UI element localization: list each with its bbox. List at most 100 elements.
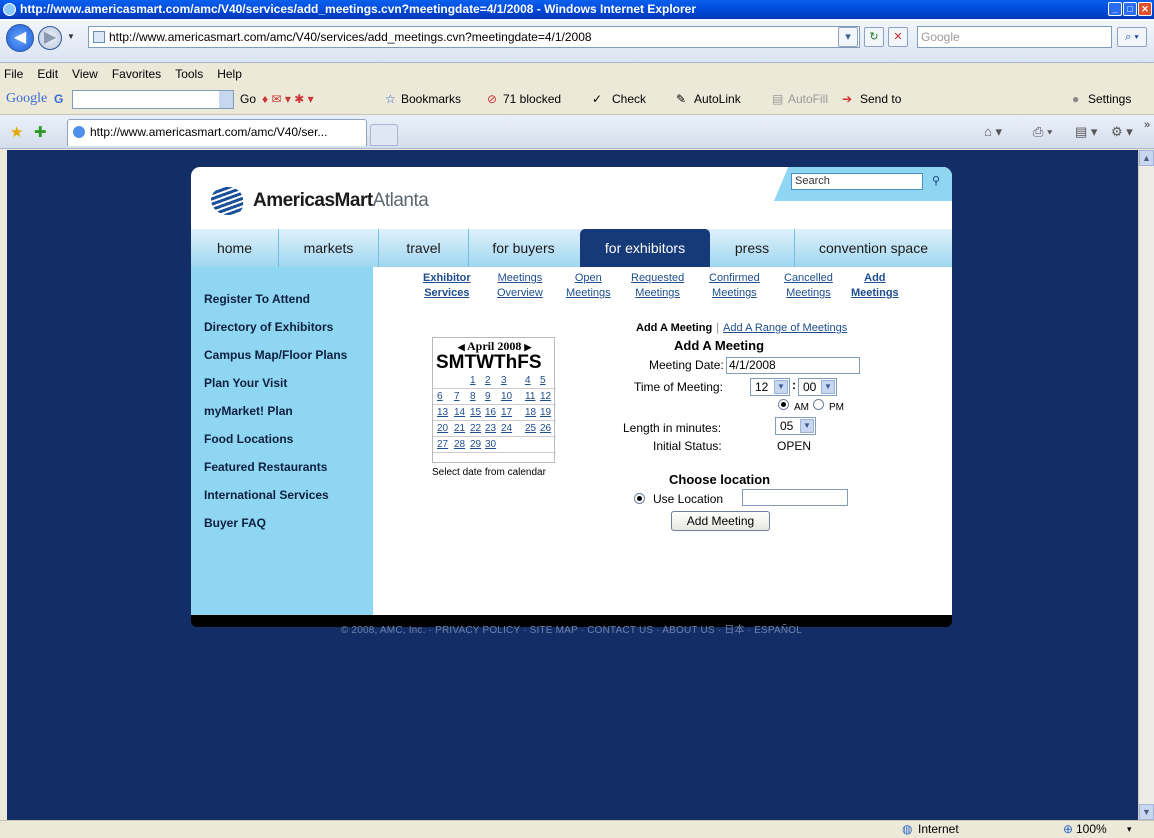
- new-tab-button[interactable]: [370, 124, 398, 146]
- address-bar[interactable]: http://www.americasmart.com/amc/V40/serv…: [88, 26, 860, 48]
- nav-travel[interactable]: travel: [378, 229, 468, 267]
- calendar-day[interactable]: 16: [485, 407, 499, 421]
- maximize-icon[interactable]: □: [1123, 2, 1137, 16]
- history-dropdown-icon[interactable]: ▼: [67, 32, 75, 41]
- menu-favorites[interactable]: Favorites: [112, 67, 161, 81]
- sidebar-item-mymarket[interactable]: myMarket! Plan: [204, 404, 293, 418]
- google-search-input[interactable]: [72, 90, 234, 109]
- use-location-radio[interactable]: [634, 493, 645, 504]
- pm-radio[interactable]: [813, 399, 824, 410]
- sidebar-item-food[interactable]: Food Locations: [204, 432, 293, 446]
- calendar-day[interactable]: 1: [470, 375, 484, 389]
- calendar-day[interactable]: 13: [437, 407, 451, 421]
- sidebar-item-campus-map[interactable]: Campus Map/Floor Plans: [204, 348, 347, 362]
- hour-select[interactable]: 12 ▼: [750, 378, 790, 396]
- zoom-level[interactable]: 100%: [1076, 821, 1107, 838]
- calendar-day[interactable]: 27: [437, 439, 451, 453]
- calendar-day[interactable]: 11: [525, 391, 539, 405]
- sidebar-item-register[interactable]: Register To Attend: [204, 292, 310, 306]
- site-footer-links[interactable]: © 2008, AMC, Inc. · PRIVACY POLICY · SIT…: [191, 621, 952, 636]
- stop-icon[interactable]: ✕: [888, 27, 908, 47]
- refresh-icon[interactable]: ↻: [864, 27, 884, 47]
- search-button[interactable]: ⌕ ▾: [1117, 27, 1147, 47]
- zoom-dropdown-icon[interactable]: ▾: [1127, 821, 1132, 838]
- sendto-button[interactable]: Send to: [860, 91, 901, 107]
- calendar-day[interactable]: 12: [540, 391, 554, 405]
- scroll-down-icon[interactable]: ▼: [1139, 804, 1154, 820]
- menu-edit[interactable]: Edit: [37, 67, 58, 81]
- subnav-open-meetings[interactable]: Open Meetings: [566, 271, 611, 301]
- vertical-scrollbar[interactable]: ▲ ▼: [1138, 150, 1154, 820]
- calendar-day[interactable]: 25: [525, 423, 539, 437]
- calendar-day[interactable]: 28: [454, 439, 468, 453]
- print-icon[interactable]: ⎙ ▾: [1033, 124, 1052, 140]
- calendar-day[interactable]: 23: [485, 423, 499, 437]
- nav-convention-space[interactable]: convention space: [794, 229, 952, 267]
- calendar-day[interactable]: 20: [437, 423, 451, 437]
- add-favorites-icon[interactable]: ✚: [34, 123, 47, 141]
- crumb-range-link[interactable]: Add A Range of Meetings: [723, 322, 847, 334]
- search-input[interactable]: Google: [917, 26, 1112, 48]
- calendar-day[interactable]: 15: [470, 407, 484, 421]
- calendar-day[interactable]: 30: [485, 439, 499, 453]
- calendar-day[interactable]: 18: [525, 407, 539, 421]
- chevron-right-icon[interactable]: »: [1144, 119, 1150, 131]
- calendar-day[interactable]: 4: [525, 375, 539, 389]
- subnav-confirmed-meetings[interactable]: Confirmed Meetings: [709, 271, 760, 301]
- page-menu-icon[interactable]: ▤ ▾: [1075, 124, 1097, 140]
- calendar-day[interactable]: 29: [470, 439, 484, 453]
- calendar-day[interactable]: 3: [501, 375, 515, 389]
- menu-tools[interactable]: Tools: [175, 67, 203, 81]
- subnav-meetings-overview[interactable]: Meetings Overview: [497, 271, 543, 301]
- length-select[interactable]: 05 ▼: [775, 417, 816, 435]
- check-button[interactable]: Check: [612, 91, 646, 107]
- calendar-day[interactable]: 24: [501, 423, 515, 437]
- favorites-star-icon[interactable]: ★: [10, 123, 23, 141]
- nav-home[interactable]: home: [191, 229, 278, 267]
- add-meeting-button[interactable]: Add Meeting: [671, 511, 770, 531]
- settings-button[interactable]: Settings: [1088, 91, 1131, 107]
- menu-help[interactable]: Help: [217, 67, 242, 81]
- site-search-input[interactable]: Search: [791, 173, 923, 190]
- subnav-requested-meetings[interactable]: Requested Meetings: [631, 271, 684, 301]
- browser-tab[interactable]: http://www.americasmart.com/amc/V40/ser.…: [67, 119, 367, 146]
- menu-view[interactable]: View: [72, 67, 98, 81]
- calendar-day[interactable]: 6: [437, 391, 451, 405]
- google-g-button[interactable]: G: [54, 91, 63, 107]
- location-input[interactable]: [742, 489, 848, 506]
- back-button[interactable]: ◀: [6, 24, 34, 52]
- calendar-day[interactable]: 19: [540, 407, 554, 421]
- calendar-day[interactable]: 26: [540, 423, 554, 437]
- sidebar-item-restaurants[interactable]: Featured Restaurants: [204, 460, 327, 474]
- close-icon[interactable]: ✕: [1138, 2, 1152, 16]
- minute-select[interactable]: 00 ▼: [798, 378, 837, 396]
- subnav-add-meetings[interactable]: Add Meetings: [851, 271, 899, 301]
- next-month-icon[interactable]: ▶: [524, 342, 531, 352]
- prev-month-icon[interactable]: ◀: [458, 342, 465, 352]
- sidebar-item-directory[interactable]: Directory of Exhibitors: [204, 320, 333, 334]
- forward-button[interactable]: ▶: [38, 26, 62, 50]
- subnav-cancelled-meetings[interactable]: Cancelled Meetings: [784, 271, 833, 301]
- calendar-day[interactable]: 17: [501, 407, 515, 421]
- nav-for-buyers[interactable]: for buyers: [468, 229, 578, 267]
- search-icon[interactable]: ⚲: [932, 174, 940, 187]
- nav-for-exhibitors[interactable]: for exhibitors: [580, 229, 710, 267]
- calendar-day[interactable]: 22: [470, 423, 484, 437]
- minimize-icon[interactable]: _: [1108, 2, 1122, 16]
- blocked-button[interactable]: 71 blocked: [503, 91, 561, 107]
- calendar-day[interactable]: 21: [454, 423, 468, 437]
- home-icon[interactable]: ⌂ ▾: [984, 124, 1002, 140]
- menu-file[interactable]: File: [4, 67, 23, 81]
- address-dropdown-icon[interactable]: ▾: [838, 27, 858, 47]
- nav-markets[interactable]: markets: [278, 229, 378, 267]
- calendar-day[interactable]: 2: [485, 375, 499, 389]
- autofill-button[interactable]: AutoFill: [788, 91, 828, 107]
- autolink-button[interactable]: AutoLink: [694, 91, 741, 107]
- tools-gear-icon[interactable]: ⚙ ▾: [1111, 124, 1133, 140]
- calendar-day[interactable]: 8: [470, 391, 484, 405]
- calendar-day[interactable]: 5: [540, 375, 554, 389]
- am-radio[interactable]: [778, 399, 789, 410]
- calendar-day[interactable]: 9: [485, 391, 499, 405]
- site-logo[interactable]: AmericasMartAtlanta: [211, 187, 429, 215]
- calendar-day[interactable]: 7: [454, 391, 468, 405]
